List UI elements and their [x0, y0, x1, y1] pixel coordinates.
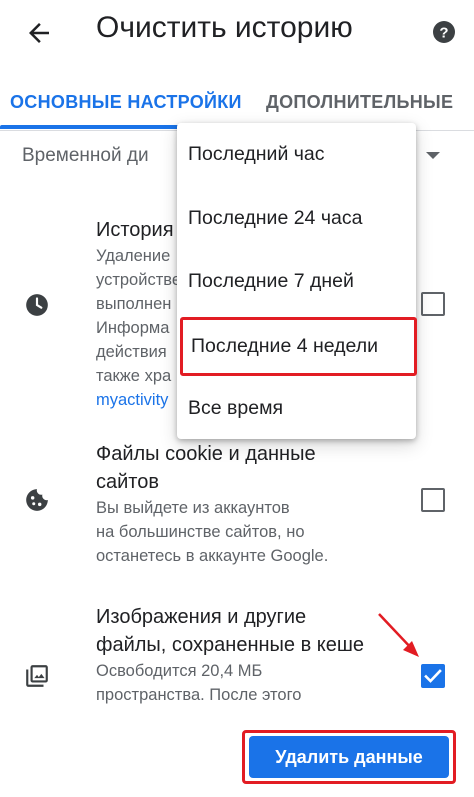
time-range-label: Временной ди: [22, 145, 149, 166]
dropdown-arrow-icon[interactable]: [426, 152, 440, 159]
dropdown-option-selected[interactable]: Последние 4 недели: [180, 317, 417, 376]
history-checkbox[interactable]: [421, 292, 445, 316]
delete-data-button[interactable]: Удалить данные: [249, 736, 449, 778]
arrow-back-icon[interactable]: [24, 18, 54, 48]
time-range-dropdown: Последний час Последние 24 часа Последни…: [177, 123, 417, 439]
dropdown-option[interactable]: Последний час: [177, 125, 416, 185]
clock-icon: [26, 294, 48, 316]
svg-text:?: ?: [439, 25, 448, 42]
help-icon[interactable]: ?: [432, 20, 456, 44]
row-description: Вы выйдете из аккаунтов на большинстве с…: [96, 499, 329, 565]
row-description: Освободится 20,4 МБ пространства. После …: [96, 662, 302, 704]
cookies-checkbox[interactable]: [421, 488, 445, 512]
annotation-arrow-icon: [378, 613, 419, 657]
check-icon: [424, 669, 442, 683]
app-bar: Очистить историю ?: [0, 0, 474, 68]
dropdown-option[interactable]: Последние 24 часа: [177, 189, 416, 249]
dropdown-option[interactable]: Все время: [177, 379, 416, 439]
cookies-row[interactable]: Файлы cookie и данные сайтов Вы выйдете …: [0, 440, 474, 570]
tab-basic[interactable]: ОСНОВНЫЕ НАСТРОЙКИ: [10, 92, 242, 113]
row-title: Файлы cookie и данные сайтов: [96, 443, 316, 493]
cached-images-checkbox[interactable]: [421, 664, 445, 688]
row-title: Изображения и другие файлы, сохраненные …: [96, 606, 365, 656]
tab-advanced[interactable]: ДОПОЛНИТЕЛЬНЫЕ: [266, 92, 453, 113]
dropdown-option[interactable]: Последние 7 дней: [177, 252, 416, 312]
image-icon: [26, 665, 48, 687]
page-title: Очистить историю: [96, 11, 353, 44]
cookie-icon: [26, 489, 48, 511]
